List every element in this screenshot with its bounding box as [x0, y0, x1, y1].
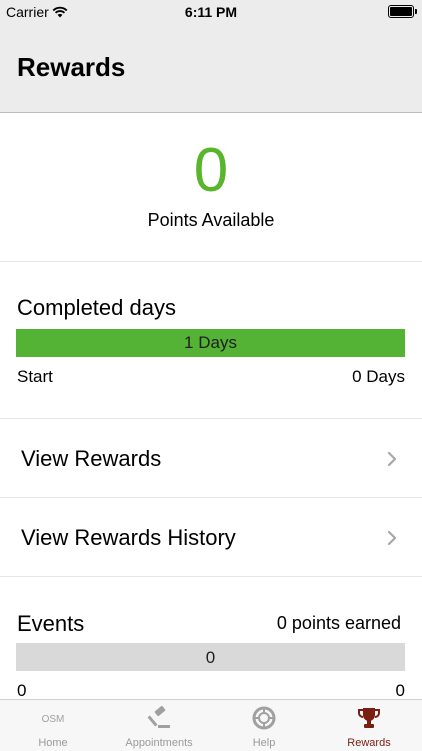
lifebuoy-icon: [252, 706, 276, 730]
tab-bar: OSM Home Appointments Help Rewards: [0, 699, 422, 751]
completed-days-section: Completed days 1 Days Start 0 Days: [0, 262, 422, 419]
tab-rewards[interactable]: Rewards: [316, 700, 422, 751]
page-title: Rewards: [17, 52, 126, 82]
chevron-right-icon: [387, 451, 397, 467]
events-points-earned: 0 points earned: [276, 613, 401, 633]
tab-help[interactable]: Help: [212, 700, 316, 751]
view-rewards-history-label: View Rewards History: [21, 525, 236, 550]
completed-days-title: Completed days: [17, 295, 176, 320]
trophy-icon: [358, 708, 380, 728]
tab-home-label: Home: [38, 737, 68, 749]
status-time: 6:11 PM: [184, 4, 238, 20]
events-title: Events: [17, 611, 85, 636]
events-end-value: 0: [395, 681, 405, 700]
battery-icon: [388, 5, 417, 18]
gavel-icon: [147, 705, 170, 728]
tab-rewards-label: Rewards: [347, 737, 391, 749]
events-progress-bar: 0: [16, 643, 405, 671]
completed-end-label: 0 Days: [352, 367, 405, 386]
tab-home[interactable]: OSM Home: [0, 700, 106, 751]
completed-start-label: Start: [17, 367, 53, 386]
view-rewards-history-row[interactable]: View Rewards History: [0, 498, 422, 577]
chevron-right-icon: [387, 530, 397, 546]
events-section: Events 0 points earned 0 0 0: [0, 576, 422, 700]
osm-logo: OSM: [41, 714, 65, 725]
tab-appointments[interactable]: Appointments: [106, 700, 212, 751]
completed-days-bar-label: 1 Days: [184, 333, 237, 352]
events-bar-label: 0: [205, 648, 216, 667]
view-rewards-row[interactable]: View Rewards: [0, 419, 422, 498]
events-start-value: 0: [17, 681, 27, 700]
points-section: 0 Points Available: [0, 113, 422, 262]
tab-appointments-label: Appointments: [125, 737, 193, 749]
points-value: 0: [193, 136, 229, 205]
navigation-bar: Rewards: [0, 24, 422, 113]
tab-help-label: Help: [252, 737, 276, 749]
points-label: Points Available: [147, 210, 275, 230]
completed-days-progress-bar: 1 Days: [16, 329, 405, 357]
view-rewards-label: View Rewards: [21, 446, 162, 471]
status-bar: Carrier 6:11 PM: [0, 0, 422, 24]
